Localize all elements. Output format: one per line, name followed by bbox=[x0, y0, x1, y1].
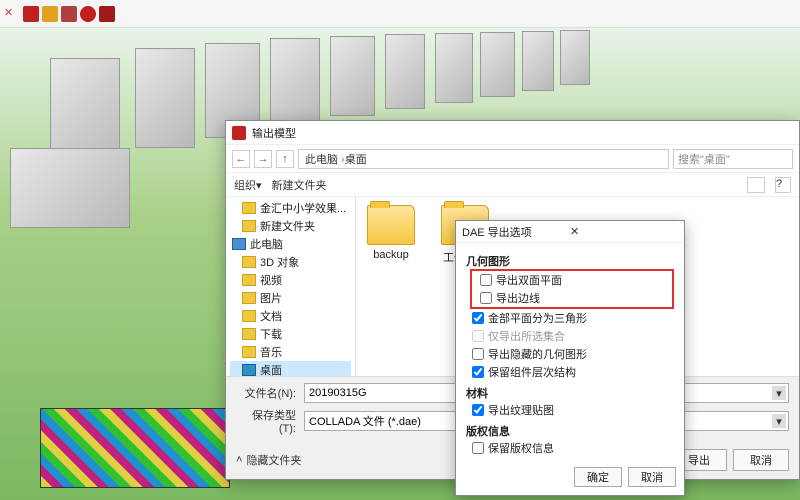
dialog-title: 输出模型 bbox=[252, 125, 793, 141]
chevron-up-icon: ˄ bbox=[236, 454, 242, 466]
folder-icon bbox=[242, 346, 256, 358]
folder-tree[interactable]: 金汇中小学效果...新建文件夹此电脑3D 对象视频图片文档下载音乐桌面本地磁盘 … bbox=[226, 197, 356, 376]
chevron-down-icon[interactable]: ▾ bbox=[772, 386, 786, 400]
filetype-label: 保存类型(T): bbox=[236, 407, 296, 435]
search-placeholder: 搜索"桌面" bbox=[678, 151, 730, 167]
filename-label: 文件名(N): bbox=[236, 385, 296, 401]
nav-fwd-button[interactable]: → bbox=[254, 150, 272, 168]
ok-button[interactable]: 确定 bbox=[574, 467, 622, 487]
tool-ruby5-icon[interactable] bbox=[99, 6, 115, 22]
tree-item-label: 视频 bbox=[260, 272, 282, 288]
tree-item-label: 桌面 bbox=[260, 362, 282, 376]
tree-item-label: 此电脑 bbox=[250, 236, 283, 252]
tool-ruby2-icon[interactable] bbox=[42, 6, 58, 22]
folder-icon bbox=[242, 328, 256, 340]
folder-icon bbox=[367, 205, 415, 245]
mat-header: 材料 bbox=[466, 385, 674, 401]
breadcrumb-seg[interactable]: 此电脑 bbox=[305, 151, 345, 167]
folder-icon bbox=[242, 292, 256, 304]
tree-item-label: 3D 对象 bbox=[260, 254, 299, 270]
close-icon[interactable]: ✕ bbox=[570, 225, 678, 238]
opt-hidden-checkbox[interactable] bbox=[472, 348, 484, 360]
folder-icon bbox=[242, 274, 256, 286]
newfolder-button[interactable]: 新建文件夹 bbox=[272, 177, 327, 193]
options-title: DAE 导出选项 bbox=[462, 224, 570, 240]
highlight-box: 导出双面平面 导出边线 bbox=[470, 269, 674, 309]
tree-item[interactable]: 下载 bbox=[230, 325, 351, 343]
folder-icon bbox=[242, 256, 256, 268]
tree-item[interactable]: 音乐 bbox=[230, 343, 351, 361]
geom-header: 几何图形 bbox=[466, 253, 674, 269]
tree-item[interactable]: 3D 对象 bbox=[230, 253, 351, 271]
dialog-nav: ← → ↑ 此电脑 桌面 搜索"桌面" bbox=[226, 145, 799, 173]
opt-twosided-checkbox[interactable] bbox=[480, 274, 492, 286]
chevron-down-icon[interactable]: ▾ bbox=[772, 414, 786, 428]
folder-icon bbox=[242, 202, 256, 214]
tree-item-label: 音乐 bbox=[260, 344, 282, 360]
view-mode-button[interactable] bbox=[747, 177, 765, 193]
opt-hierarchy-checkbox[interactable] bbox=[472, 366, 484, 378]
tool-ruby1-icon[interactable] bbox=[23, 6, 39, 22]
cancel-button[interactable]: 取消 bbox=[628, 467, 676, 487]
dialog-titlebar: 输出模型 bbox=[226, 121, 799, 145]
tree-item[interactable]: 桌面 bbox=[230, 361, 351, 376]
nav-back-button[interactable]: ← bbox=[232, 150, 250, 168]
tree-item-label: 金汇中小学效果... bbox=[260, 200, 346, 216]
tree-item[interactable]: 此电脑 bbox=[230, 235, 351, 253]
tree-item-label: 新建文件夹 bbox=[260, 218, 315, 234]
help-button[interactable]: ? bbox=[775, 177, 791, 193]
opt-selection-checkbox bbox=[472, 330, 484, 342]
organize-button[interactable]: 组织▾ bbox=[234, 177, 262, 193]
tree-item[interactable]: 视频 bbox=[230, 271, 351, 289]
folder-icon bbox=[242, 220, 256, 232]
tool-ruby4-icon[interactable] bbox=[80, 6, 96, 22]
hide-folders-toggle[interactable]: ˄ 隐藏文件夹 bbox=[236, 452, 301, 468]
tool-ruby3-icon[interactable] bbox=[61, 6, 77, 22]
dialog-toolbar: 组织▾ 新建文件夹 ? bbox=[226, 173, 799, 197]
breadcrumb-seg[interactable]: 桌面 bbox=[345, 151, 367, 167]
tree-item[interactable]: 文档 bbox=[230, 307, 351, 325]
app-icon bbox=[232, 126, 246, 140]
tree-item-label: 下载 bbox=[260, 326, 282, 342]
folder-item[interactable]: backup bbox=[364, 205, 418, 261]
tree-item[interactable]: 图片 bbox=[230, 289, 351, 307]
desk-icon bbox=[242, 364, 256, 376]
breadcrumb[interactable]: 此电脑 桌面 bbox=[298, 149, 669, 169]
nav-up-button[interactable]: ↑ bbox=[276, 150, 294, 168]
opt-edges-checkbox[interactable] bbox=[480, 292, 492, 304]
dae-options-dialog: DAE 导出选项 ✕ 几何图形 导出双面平面 导出边线 金部平面分为三角形 仅导… bbox=[455, 220, 685, 496]
pc-icon bbox=[232, 238, 246, 250]
main-toolbar: ✕ bbox=[0, 0, 800, 28]
opt-triangulate-checkbox[interactable] bbox=[472, 312, 484, 324]
folder-icon bbox=[242, 310, 256, 322]
tool-x-icon[interactable]: ✕ bbox=[4, 6, 20, 22]
tree-item-label: 图片 bbox=[260, 290, 282, 306]
tree-item[interactable]: 新建文件夹 bbox=[230, 217, 351, 235]
tree-item-label: 文档 bbox=[260, 308, 282, 324]
search-input[interactable]: 搜索"桌面" bbox=[673, 149, 793, 169]
tree-item[interactable]: 金汇中小学效果... bbox=[230, 199, 351, 217]
folder-name: backup bbox=[364, 249, 418, 261]
cred-header: 版权信息 bbox=[466, 423, 674, 439]
opt-texture-checkbox[interactable] bbox=[472, 404, 484, 416]
cancel-button[interactable]: 取消 bbox=[733, 449, 789, 471]
opt-credits-checkbox[interactable] bbox=[472, 442, 484, 454]
